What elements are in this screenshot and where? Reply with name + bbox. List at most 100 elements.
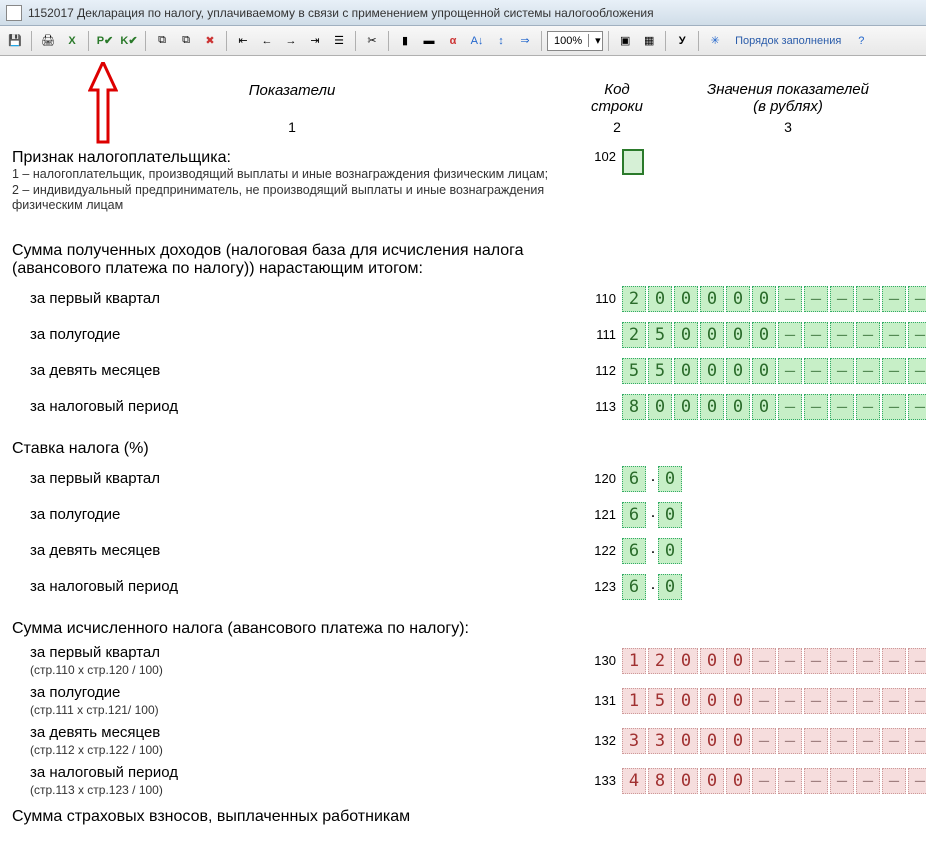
digit-cell[interactable]: – bbox=[908, 322, 926, 348]
upload-icon[interactable]: У bbox=[671, 30, 693, 52]
digit-cell[interactable]: 0 bbox=[752, 358, 776, 384]
digit-cell[interactable]: – bbox=[882, 322, 906, 348]
block2-icon[interactable]: ▬ bbox=[418, 30, 440, 52]
digit-cell[interactable]: 0 bbox=[752, 394, 776, 420]
digit-cell[interactable]: – bbox=[804, 728, 828, 754]
digit-cell[interactable]: 0 bbox=[648, 394, 672, 420]
digit-cell[interactable]: – bbox=[830, 688, 854, 714]
digit-cell[interactable]: – bbox=[804, 322, 828, 348]
digit-cell[interactable]: 0 bbox=[674, 648, 698, 674]
digit-cell[interactable]: – bbox=[908, 648, 926, 674]
digit-cell[interactable]: – bbox=[830, 286, 854, 312]
digit-cell[interactable]: 0 bbox=[726, 768, 750, 794]
digit-cell[interactable]: 3 bbox=[622, 728, 646, 754]
delete-section-icon[interactable]: ✖ bbox=[199, 30, 221, 52]
digit-cell[interactable]: 2 bbox=[622, 322, 646, 348]
digit-cell[interactable]: 5 bbox=[648, 688, 672, 714]
digit-cell[interactable]: – bbox=[752, 728, 776, 754]
add-section-icon[interactable]: ⧉ bbox=[151, 30, 173, 52]
digit-cell[interactable]: 0 bbox=[700, 728, 724, 754]
digit-cell[interactable]: – bbox=[830, 768, 854, 794]
digit-cell[interactable]: 8 bbox=[648, 768, 672, 794]
digit-cell[interactable]: 0 bbox=[752, 322, 776, 348]
digit-cell[interactable]: – bbox=[856, 728, 880, 754]
block1-icon[interactable]: ▮ bbox=[394, 30, 416, 52]
digit-cell[interactable]: 6 bbox=[622, 538, 646, 564]
digit-cell[interactable]: – bbox=[778, 394, 802, 420]
digit-cell[interactable]: – bbox=[830, 648, 854, 674]
digit-cell[interactable]: – bbox=[804, 768, 828, 794]
digit-cell[interactable]: – bbox=[882, 648, 906, 674]
tree-icon[interactable]: ☰ bbox=[328, 30, 350, 52]
digit-cell[interactable]: 0 bbox=[674, 688, 698, 714]
check-icon[interactable]: K✔ bbox=[118, 30, 140, 52]
digit-cell[interactable]: 0 bbox=[726, 286, 750, 312]
digit-cell[interactable]: 5 bbox=[622, 358, 646, 384]
digit-cell[interactable]: – bbox=[856, 394, 880, 420]
nav-last-icon[interactable]: ⇥ bbox=[304, 30, 326, 52]
font-icon[interactable]: α bbox=[442, 30, 464, 52]
digit-cell[interactable]: – bbox=[882, 394, 906, 420]
digit-cell[interactable]: – bbox=[778, 688, 802, 714]
digit-cell[interactable]: – bbox=[882, 358, 906, 384]
digit-cell[interactable]: – bbox=[752, 768, 776, 794]
digit-cell[interactable]: 8 bbox=[622, 394, 646, 420]
digit-cell[interactable]: – bbox=[908, 394, 926, 420]
digit-cell[interactable]: – bbox=[804, 648, 828, 674]
calc-icon[interactable]: P✔ bbox=[94, 30, 116, 52]
digit-cell[interactable]: – bbox=[856, 648, 880, 674]
view1-icon[interactable]: ▣ bbox=[614, 30, 636, 52]
digit-cell[interactable]: 0 bbox=[700, 768, 724, 794]
sort-asc-icon[interactable]: A↓ bbox=[466, 30, 488, 52]
digit-cell[interactable]: – bbox=[856, 688, 880, 714]
digit-cell[interactable]: 0 bbox=[700, 322, 724, 348]
digit-cell[interactable]: – bbox=[778, 728, 802, 754]
digit-cell[interactable]: 0 bbox=[658, 466, 682, 492]
digit-cell[interactable]: 1 bbox=[622, 648, 646, 674]
digit-cell[interactable]: 0 bbox=[726, 358, 750, 384]
digit-cell[interactable]: 1 bbox=[622, 688, 646, 714]
digit-cell[interactable]: 0 bbox=[674, 394, 698, 420]
digit-cell[interactable]: – bbox=[778, 286, 802, 312]
nav-prev-icon[interactable]: ← bbox=[256, 30, 278, 52]
digit-cell[interactable]: 0 bbox=[674, 728, 698, 754]
digit-cell[interactable]: 0 bbox=[726, 394, 750, 420]
digit-cell[interactable]: 0 bbox=[674, 286, 698, 312]
input-102[interactable] bbox=[622, 149, 644, 175]
digit-cell[interactable]: – bbox=[908, 688, 926, 714]
digit-cell[interactable]: 3 bbox=[648, 728, 672, 754]
digit-cell[interactable]: – bbox=[830, 358, 854, 384]
digit-cell[interactable]: 0 bbox=[658, 538, 682, 564]
digit-cell[interactable]: – bbox=[908, 728, 926, 754]
digit-cell[interactable]: 6 bbox=[622, 502, 646, 528]
help-icon[interactable]: ? bbox=[850, 30, 872, 52]
digit-cell[interactable]: – bbox=[908, 768, 926, 794]
digit-cell[interactable]: 0 bbox=[674, 322, 698, 348]
digit-cell[interactable]: 4 bbox=[622, 768, 646, 794]
sort-desc-icon[interactable]: ↕ bbox=[490, 30, 512, 52]
digit-cell[interactable]: – bbox=[752, 648, 776, 674]
digit-cell[interactable]: 6 bbox=[622, 574, 646, 600]
digit-cell[interactable]: 0 bbox=[674, 358, 698, 384]
digit-cell[interactable]: 6 bbox=[622, 466, 646, 492]
digit-cell[interactable]: 0 bbox=[700, 358, 724, 384]
digit-cell[interactable]: 2 bbox=[648, 648, 672, 674]
digit-cell[interactable]: – bbox=[830, 322, 854, 348]
digit-cell[interactable]: 0 bbox=[700, 648, 724, 674]
goto-icon[interactable]: ⇒ bbox=[514, 30, 536, 52]
digit-cell[interactable]: – bbox=[830, 728, 854, 754]
digit-cell[interactable]: – bbox=[882, 688, 906, 714]
clear-icon[interactable]: ✂ bbox=[361, 30, 383, 52]
digit-cell[interactable]: 0 bbox=[658, 574, 682, 600]
fill-order-link[interactable]: Порядок заполнения bbox=[728, 31, 848, 51]
digit-cell[interactable]: 0 bbox=[674, 768, 698, 794]
nav-first-icon[interactable]: ⇤ bbox=[232, 30, 254, 52]
digit-cell[interactable]: 0 bbox=[700, 688, 724, 714]
digit-cell[interactable]: – bbox=[778, 768, 802, 794]
copy-section-icon[interactable]: ⧉ bbox=[175, 30, 197, 52]
digit-cell[interactable]: – bbox=[882, 286, 906, 312]
digit-cell[interactable]: – bbox=[778, 648, 802, 674]
digit-cell[interactable]: 5 bbox=[648, 322, 672, 348]
digit-cell[interactable]: 0 bbox=[726, 648, 750, 674]
nav-next-icon[interactable]: → bbox=[280, 30, 302, 52]
